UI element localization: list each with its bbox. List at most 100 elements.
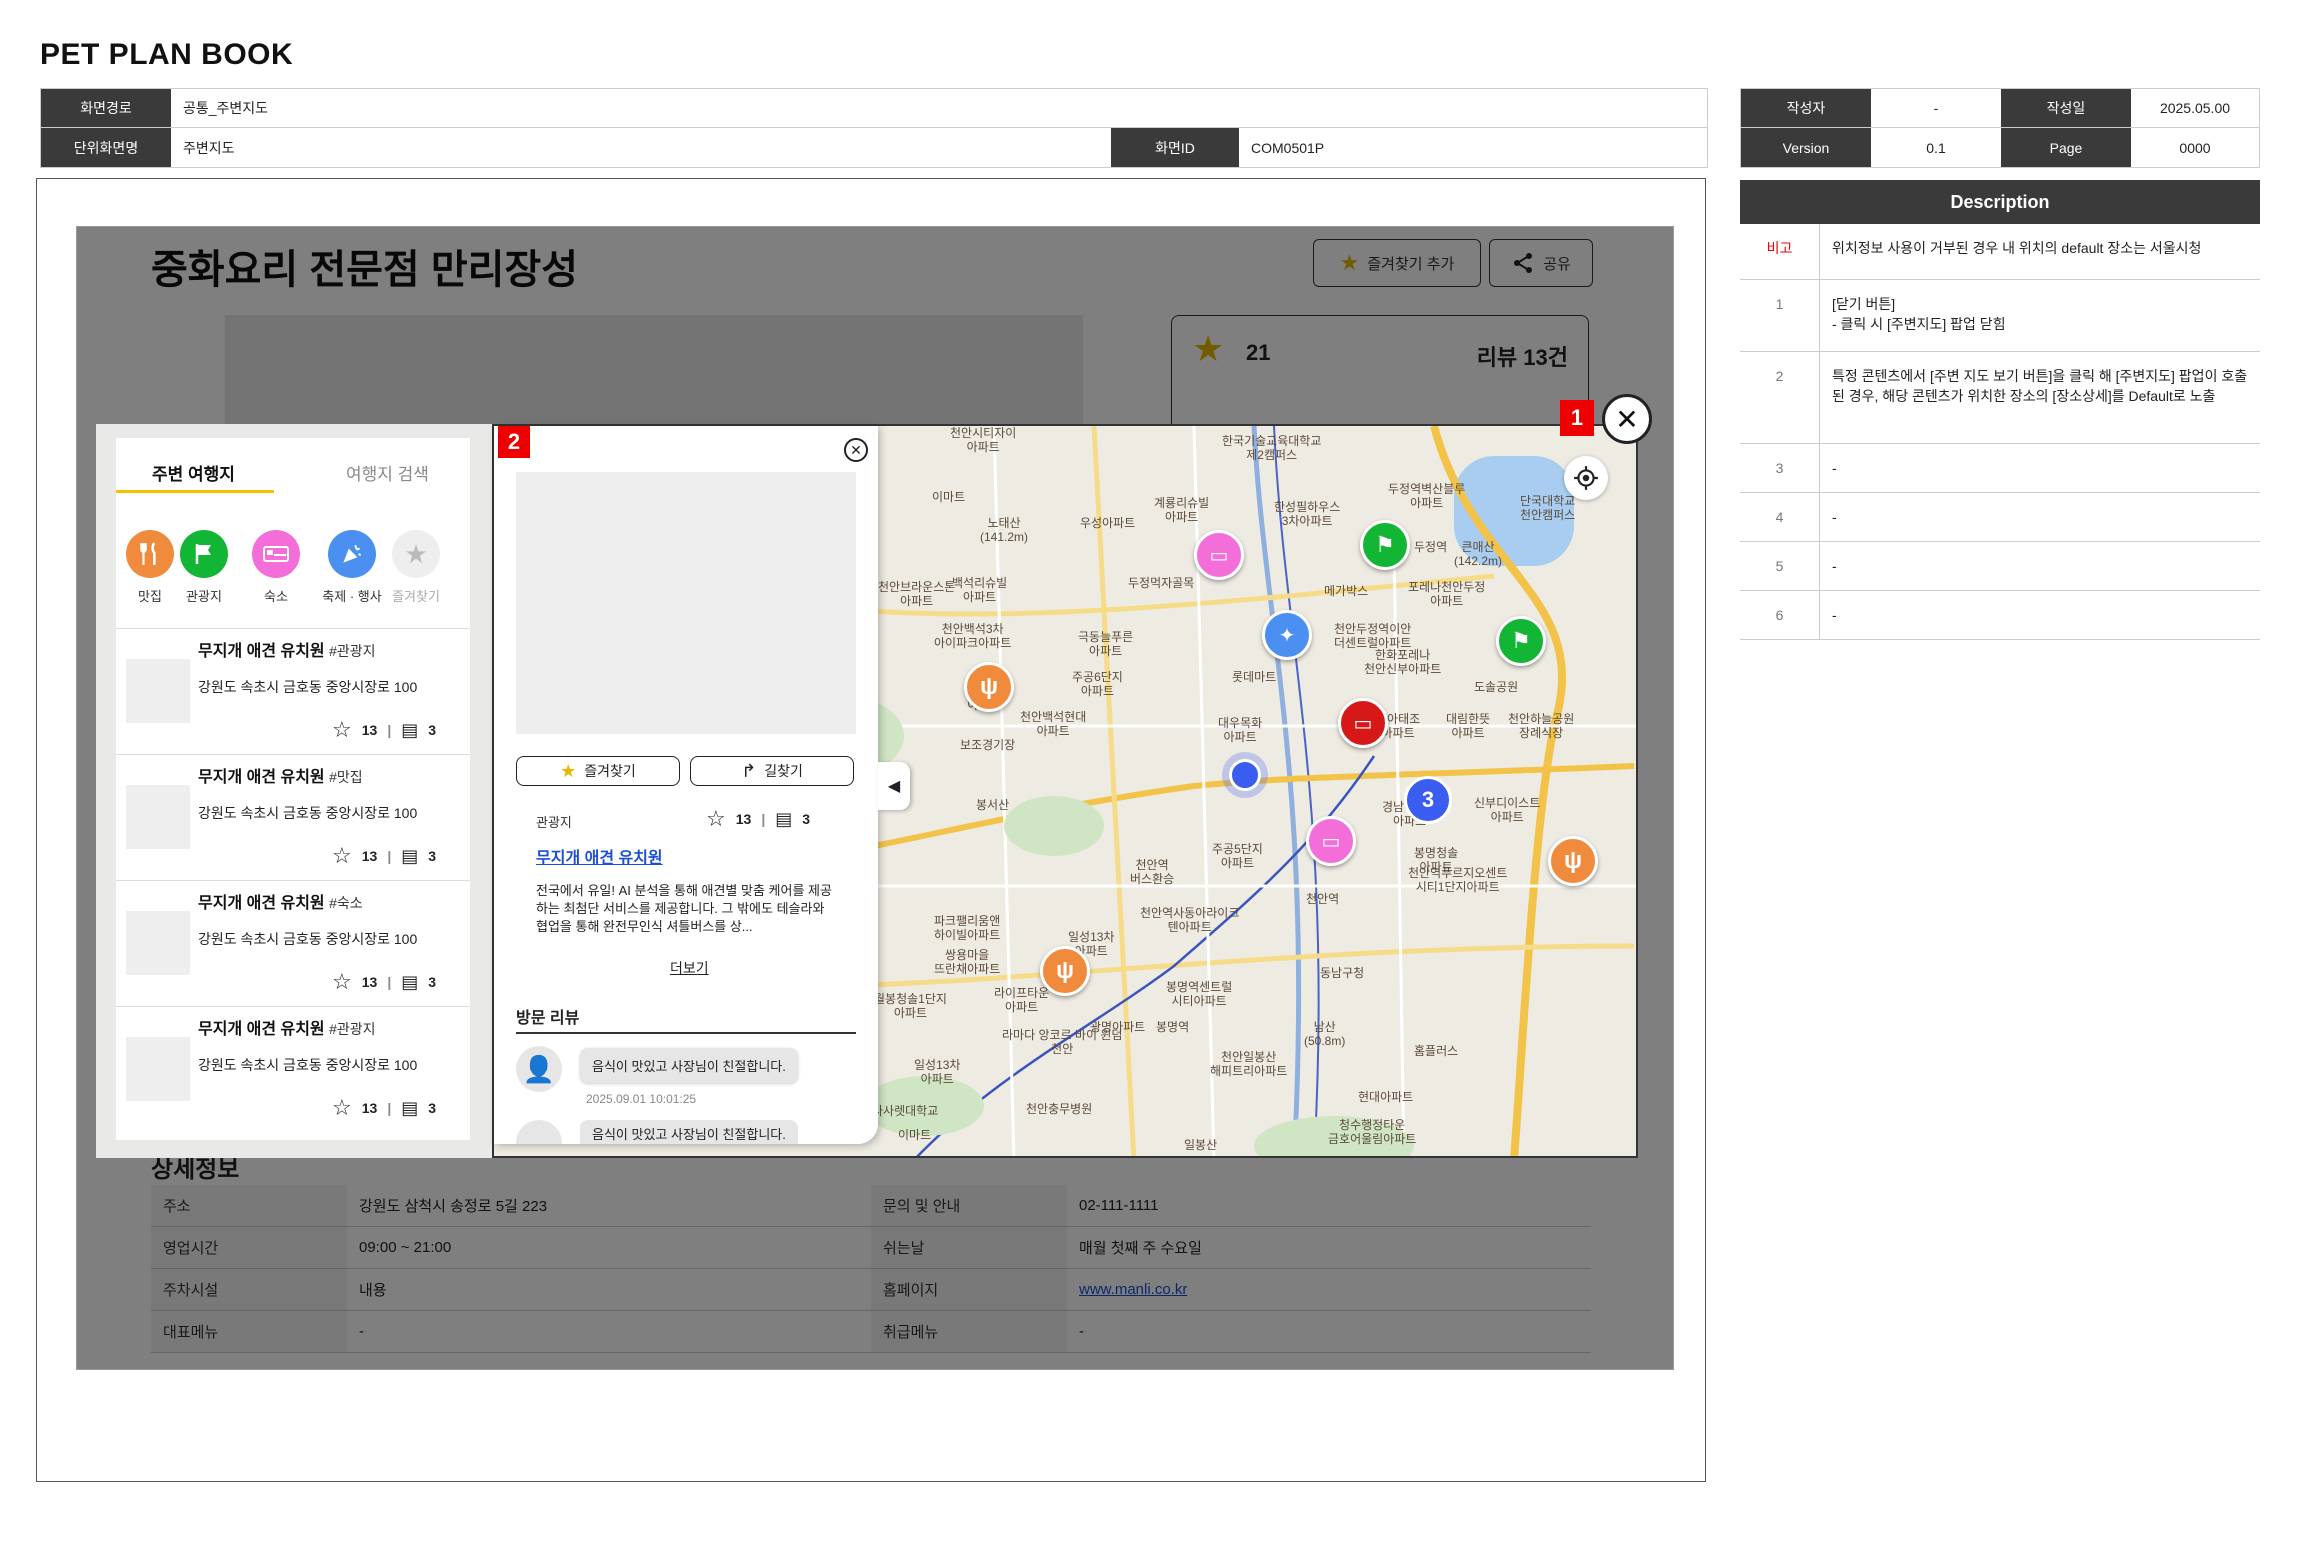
map-label: 천안하늘공원 장례식장 (1508, 712, 1575, 740)
divider: | (387, 974, 392, 990)
meta-value: - (1871, 89, 2001, 127)
star-outline-icon: ☆ (706, 806, 726, 831)
detail-place-name[interactable]: 무지개 애견 유치원 (536, 844, 663, 868)
like-count: 13 (361, 722, 378, 738)
map-label: 대우목화 아파트 (1218, 716, 1263, 744)
tab-search[interactable]: 여행지 검색 (346, 460, 429, 485)
favorite-label: 즐겨찾기 (584, 763, 636, 779)
tab-nearby[interactable]: 주변 여행지 (152, 460, 235, 485)
map-label: 도솔공원 (1474, 680, 1519, 694)
map-label: 두정역벽산블루 아파트 (1388, 482, 1466, 510)
review-bubble: 음식이 맛있고 사장님이 친절합니다. (580, 1048, 798, 1083)
map-pin-lodging[interactable]: ▭ (1194, 530, 1244, 580)
category-favorites[interactable]: ★ 즐겨찾기 (386, 530, 446, 605)
category-attraction[interactable]: 관광지 (174, 530, 234, 605)
bed-icon: ▭ (1353, 712, 1373, 735)
place-name-text: 무지개 애견 유치원 (198, 1021, 325, 1038)
map-label: 주공5단지 아파트 (1212, 842, 1263, 870)
map-pin-restaurant[interactable]: ψ (964, 662, 1014, 712)
star-outline-icon: ☆ (332, 717, 352, 742)
meta-value: 0.1 (1871, 128, 2001, 167)
detail-directions-button[interactable]: ↱ 길찾기 (690, 756, 854, 786)
meta-value: COM0501P (1239, 128, 1707, 167)
comment-count: 3 (428, 848, 437, 864)
list-item[interactable]: 무지개 애견 유치원 #관광지 강원도 속초시 금호동 중앙시장로 100 ☆ 1… (116, 1006, 470, 1132)
directions-label: 길찾기 (764, 763, 803, 779)
description-text: 특정 콘텐츠에서 [주변 지도 보기 버튼]을 클릭 해 [주변지도] 팝업이 … (1832, 368, 2248, 404)
bed-icon (252, 530, 300, 578)
map-pin-attraction[interactable]: ⚑ (1496, 616, 1546, 666)
map-label: 봉명역센트럴 시티아파트 (1166, 980, 1233, 1008)
fork-knife-icon (126, 530, 174, 578)
map-pin-lodging-selected[interactable]: ▭ (1338, 698, 1388, 748)
map-pin-restaurant[interactable]: ψ (1548, 836, 1598, 886)
divider: | (387, 848, 392, 864)
my-location-button[interactable] (1564, 456, 1608, 500)
category-label: 맛집 (138, 589, 162, 604)
meta-label: 작성일 (2001, 89, 2131, 127)
bed-icon: ▭ (1321, 830, 1341, 853)
map-label: 현대아파트 (1358, 1090, 1414, 1104)
my-location-dot (1229, 759, 1261, 791)
list-item[interactable]: 무지개 애견 유치원 #관광지 강원도 속초시 금호동 중앙시장로 100 ☆ 1… (116, 628, 470, 754)
star-outline-icon: ☆ (332, 843, 352, 868)
description-row: 5- (1740, 542, 2260, 591)
map-pin-festival[interactable]: ✦ (1262, 610, 1312, 660)
map-label: 천안두정역이안 더센트럴아파트 (1334, 622, 1412, 650)
place-name: 무지개 애견 유치원 #숙소 (198, 889, 363, 913)
detail-description: 전국에서 유일! AI 분석을 통해 애견별 맞춤 케어를 제공하는 최첨단 서… (536, 883, 832, 934)
description-no: 6 (1740, 591, 1820, 639)
category-lodging[interactable]: 숙소 (246, 530, 306, 605)
description-row: 6- (1740, 591, 2260, 640)
directions-icon: ↱ (741, 760, 757, 781)
place-tag: #숙소 (329, 895, 363, 911)
meta-label: 단위화면명 (41, 128, 171, 167)
popup-close-button[interactable]: ✕ (1602, 394, 1652, 444)
map-label: 보조경기장 (960, 738, 1016, 752)
map-label: 쌍용마을 뜨란채아파트 (934, 948, 1001, 976)
close-icon: ✕ (850, 441, 862, 458)
meta-label: 화면ID (1111, 128, 1239, 167)
detail-favorite-button[interactable]: ★ 즐겨찾기 (516, 756, 680, 786)
map-pin-lodging[interactable]: ▭ (1306, 816, 1356, 866)
detail-category: 관광지 (536, 815, 572, 830)
place-stats: ☆ 13 | ▤ 3 (332, 1095, 436, 1121)
description-header: Description (1740, 180, 2260, 224)
map-pin-attraction[interactable]: ⚑ (1360, 520, 1410, 570)
map-label: 월봉청솔1단지 아파트 (874, 992, 947, 1020)
map-pin-restaurant[interactable]: ψ (1040, 946, 1090, 996)
meta-label: 작성자 (1741, 89, 1871, 127)
map-label: 백석리슈빌 아파트 (952, 576, 1008, 604)
description-row: 2 특정 콘텐츠에서 [주변 지도 보기 버튼]을 클릭 해 [주변지도] 팝업이… (1740, 352, 2260, 444)
comment-count: 3 (428, 722, 437, 738)
more-link[interactable]: 더보기 (670, 958, 709, 978)
map-label: 롯데마트 (1232, 670, 1277, 684)
place-tag: #맛집 (329, 769, 363, 785)
meta-right-row-2: Version 0.1 Page 0000 (1740, 128, 2260, 168)
description-no: 3 (1740, 444, 1820, 492)
star-icon: ★ (392, 530, 440, 578)
category-restaurant[interactable]: 맛집 (120, 530, 180, 605)
map-label: 봉명역 (1156, 1020, 1190, 1034)
map-label: 일봉산 (1184, 1138, 1218, 1152)
meta-label: 화면경로 (41, 89, 171, 127)
map-label: 큰매산 (142.2m) (1454, 540, 1503, 568)
review-time: 2025.09.01 10:01:25 (586, 1092, 697, 1106)
annotation-badge-1: 1 (1560, 400, 1594, 436)
map-label: 포레나천안두정 아파트 (1408, 580, 1486, 608)
review-divider (516, 1032, 856, 1034)
party-icon: ✦ (1278, 624, 1296, 647)
list-item[interactable]: 무지개 애견 유치원 #숙소 강원도 속초시 금호동 중앙시장로 100 ☆ 13… (116, 880, 470, 1006)
map-cluster-badge[interactable]: 3 (1404, 776, 1452, 824)
map-label: 한화포레나 천안신부아파트 (1364, 648, 1442, 676)
map-label: 남산 (50.8m) (1304, 1020, 1346, 1048)
nearby-list-inner: 주변 여행지 여행지 검색 맛집 관광지 숙소 축제 · 행사 ★ 즐겨찾기 무… (116, 438, 470, 1140)
detail-close-button[interactable]: ✕ (844, 438, 868, 462)
collapse-panel-button[interactable]: ◀ (878, 762, 910, 810)
bed-icon: ▭ (1209, 544, 1229, 567)
my-location-marker (1222, 752, 1268, 798)
category-festival[interactable]: 축제 · 행사 (312, 530, 392, 605)
description-text: [닫기 버튼] - 클릭 시 [주변지도] 팝업 닫힘 (1832, 296, 2006, 332)
list-item[interactable]: 무지개 애견 유치원 #맛집 강원도 속초시 금호동 중앙시장로 100 ☆ 13… (116, 754, 470, 880)
doc-title: PET PLAN BOOK (40, 38, 294, 71)
